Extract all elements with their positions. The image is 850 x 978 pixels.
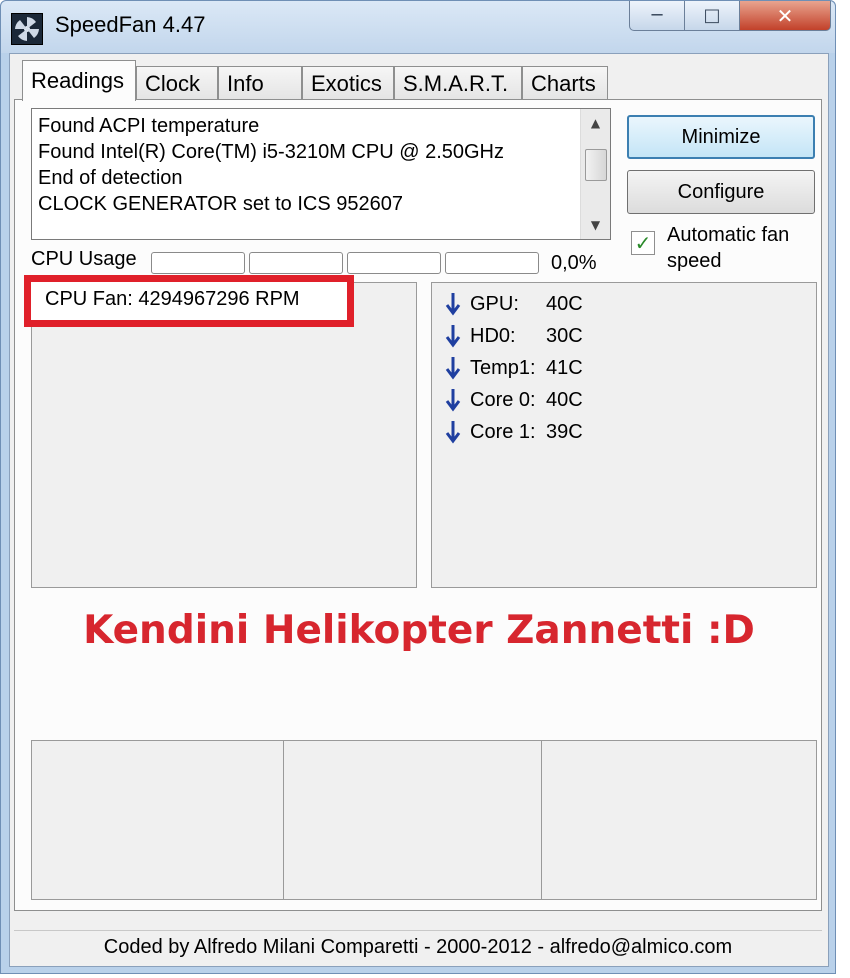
detection-log[interactable]: Found ACPI temperature Found Intel(R) Co… — [31, 108, 611, 240]
arrow-down-icon — [445, 325, 461, 348]
tab-readings[interactable]: Readings — [22, 60, 136, 101]
window-title: SpeedFan 4.47 — [55, 12, 206, 37]
temp-row-temp1: Temp1: 41C — [444, 353, 583, 383]
configure-button[interactable]: Configure — [627, 170, 815, 214]
temp-name: HD0: — [470, 324, 516, 347]
tab-charts[interactable]: Charts — [522, 66, 608, 100]
log-line: Found Intel(R) Core(TM) i5-3210M CPU @ 2… — [38, 141, 504, 163]
temp-row-gpu: GPU: 40C — [444, 289, 583, 319]
arrow-down-icon — [445, 293, 461, 316]
temp-value: 40C — [546, 292, 583, 315]
checkmark-icon: ✓ — [634, 231, 652, 255]
temp-row-hd0: HD0: 30C — [444, 321, 583, 351]
temp-value: 39C — [546, 420, 583, 443]
cpu-fan-reading: CPU Fan: 4294967296 RPM — [45, 288, 300, 310]
speedfan-window: SpeedFan 4.47 ─ □ ✕ Readings Clock Info … — [0, 0, 836, 974]
minimize-icon: ─ — [651, 5, 663, 26]
automatic-fan-speed-checkbox[interactable]: ✓ — [631, 231, 655, 255]
minimize-window-button[interactable]: ─ — [629, 1, 685, 31]
temp-value: 41C — [546, 356, 583, 379]
close-window-button[interactable]: ✕ — [739, 1, 831, 31]
arrow-down-icon — [445, 389, 461, 412]
cpu-usage-bar — [249, 252, 343, 274]
cpu-usage-label: CPU Usage — [31, 248, 137, 270]
maximize-icon: □ — [703, 5, 721, 26]
cpu-usage-bar — [347, 252, 441, 274]
temp-name: GPU: — [470, 292, 519, 315]
temp-row-core1: Core 1: 39C — [444, 417, 583, 447]
minimize-button[interactable]: Minimize — [627, 115, 815, 159]
chart-cell — [32, 741, 284, 899]
scroll-down-icon[interactable]: ▼ — [581, 211, 610, 239]
log-scrollbar[interactable]: ▲ ▼ — [580, 109, 610, 239]
chart-cell — [284, 741, 542, 899]
chart-cell — [542, 741, 816, 899]
tab-clock[interactable]: Clock — [136, 66, 218, 100]
temperature-readings-box: GPU: 40C HD0: 30C Temp1: 41C Core 0: 40C — [431, 282, 817, 588]
cpu-usage-bar — [151, 252, 245, 274]
temp-name: Core 1: — [470, 420, 536, 443]
fan-readings-box: CPU Fan: 4294967296 RPM — [24, 275, 417, 588]
log-line: End of detection — [38, 167, 183, 189]
tab-exotics[interactable]: Exotics — [302, 66, 394, 100]
cpu-usage-value: 0,0% — [551, 252, 597, 274]
red-highlight-box: CPU Fan: 4294967296 RPM — [24, 275, 354, 327]
temp-value: 30C — [546, 324, 583, 347]
scroll-thumb[interactable] — [585, 149, 607, 181]
client-area: Readings Clock Info Exotics S.M.A.R.T. C… — [9, 53, 829, 967]
log-line: Found ACPI temperature — [38, 115, 260, 137]
arrow-down-icon — [445, 421, 461, 444]
maximize-window-button[interactable]: □ — [684, 1, 740, 31]
status-bar: Coded by Alfredo Milani Comparetti - 200… — [14, 930, 822, 963]
chart-area — [31, 740, 817, 900]
readings-panel: Found ACPI temperature Found Intel(R) Co… — [14, 99, 822, 911]
close-icon: ✕ — [776, 3, 794, 28]
temp-name: Temp1: — [470, 356, 536, 379]
automatic-fan-speed-label: Automatic fan speed — [667, 224, 790, 272]
speedfan-app-icon — [11, 13, 43, 45]
temp-row-core0: Core 0: 40C — [444, 385, 583, 415]
log-line: CLOCK GENERATOR set to ICS 952607 — [38, 193, 403, 215]
arrow-down-icon — [445, 357, 461, 380]
tab-smart[interactable]: S.M.A.R.T. — [394, 66, 522, 100]
scroll-up-icon[interactable]: ▲ — [581, 109, 610, 137]
tab-info[interactable]: Info — [218, 66, 302, 100]
cpu-usage-bar — [445, 252, 539, 274]
overlay-caption: Kendini Helikopter Zannetti :D — [83, 608, 755, 653]
log-lines: Found ACPI temperature Found Intel(R) Co… — [38, 113, 578, 217]
title-bar[interactable]: SpeedFan 4.47 ─ □ ✕ — [1, 1, 835, 53]
temp-name: Core 0: — [470, 388, 536, 411]
temp-value: 40C — [546, 388, 583, 411]
